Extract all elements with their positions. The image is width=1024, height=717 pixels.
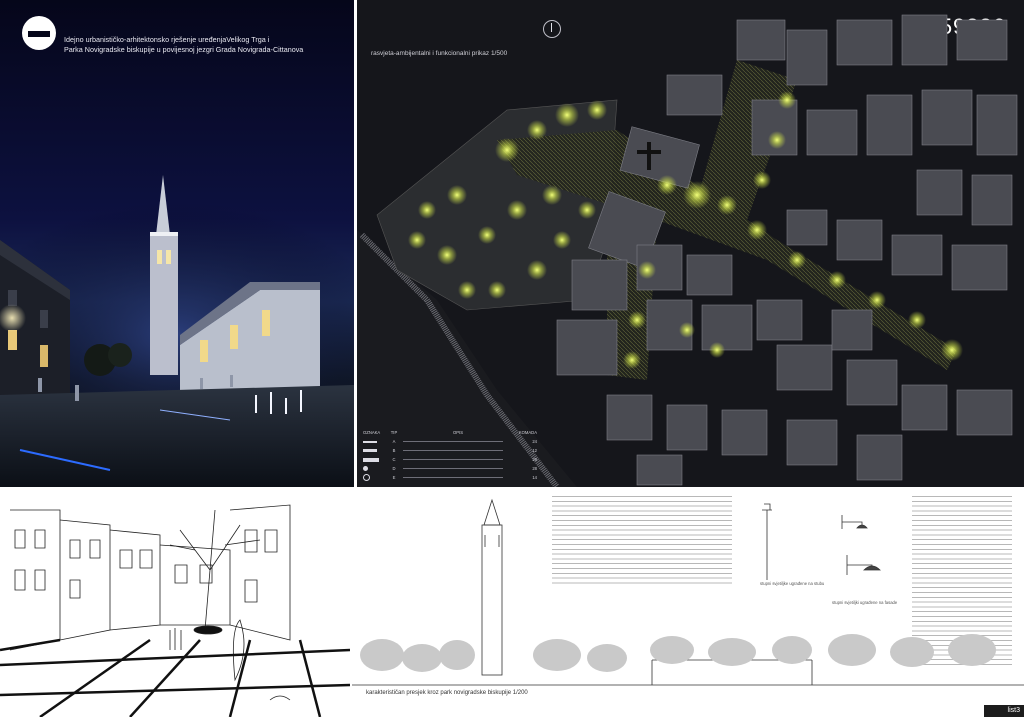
section-caption: karakterističan presjek kroz park novigr… — [366, 690, 528, 696]
night-scene-illustration — [0, 175, 354, 487]
night-render-panel: Idejno urbanističko-arhitektonsko rješen… — [0, 0, 354, 487]
legend-count: 28 — [532, 466, 537, 471]
lamp-pole-caption: stupni svjetiljke ugrađene na stubu — [760, 581, 825, 586]
lamp-wall-caption: stupni svjetiljki ugrađene na fasade — [832, 600, 898, 605]
legend-row: B 12 — [363, 446, 543, 455]
perspective-sketch-panel — [0, 490, 350, 717]
legend-header-oznaka: OZNAKA — [363, 430, 381, 435]
legend-header-tip: TIP — [390, 430, 398, 435]
legend-row: C 29 — [363, 455, 543, 464]
section-drawing — [352, 498, 1024, 686]
lighting-plan-panel: 759386 rasvjeta-ambijentalni i funkciona… — [357, 0, 1024, 487]
legend-header-opis: OPIS — [452, 430, 463, 435]
luminaire-symbol-icon — [363, 457, 379, 462]
legend-type: B — [392, 448, 396, 453]
luminaire-symbol-icon — [363, 466, 368, 471]
legend-type: E — [392, 475, 396, 480]
legend-count: 29 — [532, 457, 537, 462]
legend-header-komada: KOMADA — [518, 430, 537, 435]
line-drawing-square-illustration — [0, 504, 350, 717]
luminaire-symbol-icon — [363, 474, 370, 481]
legend-count: 14 — [532, 475, 537, 480]
site-plan-drawing — [357, 14, 1018, 487]
legend-description-lines — [403, 459, 503, 460]
legend-count: 12 — [532, 448, 537, 453]
legend-description-lines — [403, 468, 503, 469]
legend-row: E 14 — [363, 473, 543, 482]
legend-description-lines — [403, 477, 503, 478]
luminaire-symbol-icon — [363, 449, 377, 452]
legend-description-lines — [403, 450, 503, 451]
legend-type: D — [392, 466, 396, 471]
legend-header-row: OZNAKA TIP OPIS KOMADA — [363, 428, 543, 437]
legend-row: A 24 — [363, 437, 543, 446]
legend-row: D 28 — [363, 464, 543, 473]
legend-type: A — [392, 439, 396, 444]
lighting-legend-table: OZNAKA TIP OPIS KOMADA A 24 B 12 C 29 D — [363, 428, 543, 482]
legend-count: 24 — [532, 439, 537, 444]
luminaire-symbol-icon — [363, 440, 377, 443]
sheet-tag: list3 — [984, 705, 1024, 717]
legend-type: C — [392, 457, 396, 462]
section-and-text-panel: stupni svjetiljke ugrađene na stubu stup… — [352, 490, 1024, 717]
legend-description-lines — [403, 441, 503, 442]
